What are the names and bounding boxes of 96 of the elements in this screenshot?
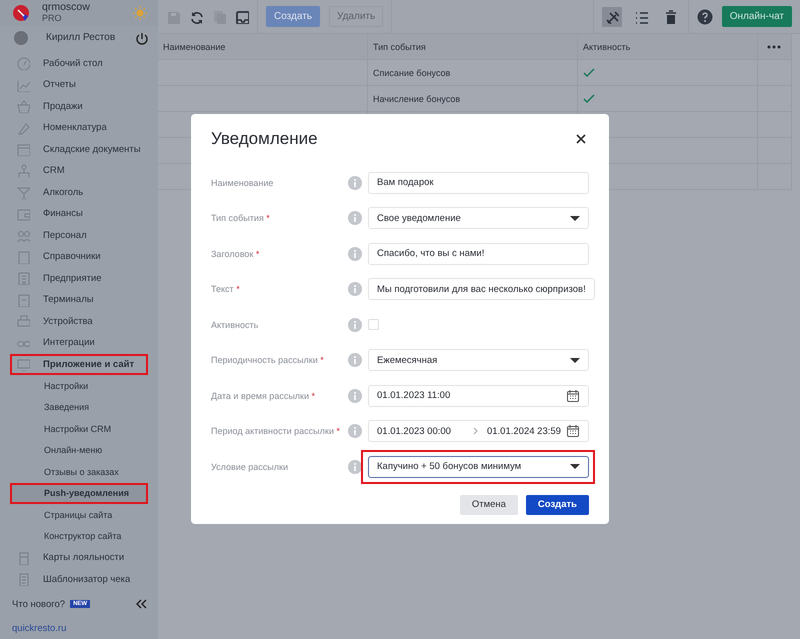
user-name: Кирилл Рестов xyxy=(46,32,116,44)
avatar xyxy=(14,30,28,45)
nav-item[interactable]: Предприятие xyxy=(10,268,148,289)
nav-item[interactable]: Приложение и сайт xyxy=(10,354,148,375)
date-to-value: 01.01.2024 23:59 xyxy=(486,426,562,437)
text-field[interactable]: Мы подготовили для вас несколько сюрпризов! xyxy=(368,278,595,300)
nav-item[interactable]: Номенклатура xyxy=(10,117,148,138)
nav-item[interactable]: Продажи xyxy=(10,96,148,117)
nav-item[interactable]: Персонал xyxy=(10,224,148,246)
dropdown-caret-icon xyxy=(570,216,580,221)
nav-subitem[interactable]: Push-уведомления xyxy=(10,482,148,504)
nav-item[interactable]: CRM xyxy=(10,160,148,182)
nav-item[interactable]: Интеграции xyxy=(10,332,148,354)
tools-button[interactable] xyxy=(602,6,622,26)
nav-subitem[interactable]: Заведения xyxy=(10,396,148,418)
field-label: Наименование xyxy=(211,178,274,188)
field-label: Условие рассылки xyxy=(211,462,289,472)
nav-subitem[interactable]: Отзывы о заказах xyxy=(10,461,148,482)
field-label: Дата и время рассылки * xyxy=(211,390,316,401)
building-icon xyxy=(16,271,30,286)
select-field[interactable]: Ежемесячная xyxy=(368,349,589,372)
calendar-icon xyxy=(566,388,580,403)
field-label: Заголовок * xyxy=(211,248,260,259)
book-icon xyxy=(16,250,30,264)
collapse-icon[interactable] xyxy=(134,597,148,611)
list-icon xyxy=(634,10,648,24)
chevron-right-icon xyxy=(472,427,479,436)
nav-item[interactable]: Шаблонизатор чека xyxy=(10,568,148,590)
field-label: Текст * xyxy=(211,284,241,294)
field-label: Периодичность рассылки * xyxy=(211,355,325,366)
text-field[interactable]: Спасибо, что вы с нами! xyxy=(368,242,589,265)
info-icon[interactable] xyxy=(348,460,362,474)
cancel-button[interactable]: Отмена xyxy=(460,494,518,514)
monitor-icon xyxy=(16,357,30,372)
box-icon xyxy=(16,142,30,156)
sun-icon[interactable] xyxy=(132,4,148,21)
date-from-value: 01.01.2023 00:00 xyxy=(377,426,451,437)
nav-item[interactable]: Справочники xyxy=(10,246,148,268)
select-value: Ежемесячная xyxy=(377,354,438,366)
nav-item[interactable]: Терминалы xyxy=(10,289,148,310)
toolbar-button[interactable]: Создать xyxy=(266,6,320,27)
nav-item[interactable]: Устройства xyxy=(10,310,148,332)
whats-new-link[interactable]: Что нового? xyxy=(12,598,66,610)
help-icon[interactable] xyxy=(696,8,713,24)
select-field[interactable]: Свое уведомление xyxy=(368,207,589,230)
select-value: Капучино + 50 бонусов минимум xyxy=(377,461,522,472)
glass-icon xyxy=(16,185,30,200)
online-chat-button[interactable]: Онлайн-чат xyxy=(722,6,792,27)
text-field[interactable]: Вам подарок xyxy=(368,172,589,194)
create-button[interactable]: Создать xyxy=(526,494,589,514)
calendar-icon xyxy=(566,424,580,438)
checkbox[interactable] xyxy=(368,319,379,330)
close-icon[interactable] xyxy=(575,133,587,145)
nav-item[interactable]: Складские документы xyxy=(10,138,148,160)
nav-item[interactable]: Карты лояльности xyxy=(10,547,148,568)
gauge-icon xyxy=(16,56,30,70)
inbox-icon[interactable] xyxy=(235,10,249,24)
nav-subitem[interactable]: Конструктор сайта xyxy=(10,526,148,547)
nav-item[interactable]: Отчеты xyxy=(10,74,148,96)
basket-icon xyxy=(16,99,30,114)
more-icon[interactable] xyxy=(767,44,781,48)
nav-item[interactable]: Финансы xyxy=(10,203,148,224)
select-value: Свое уведомление xyxy=(377,212,461,224)
nav-item[interactable]: Рабочий стол xyxy=(10,52,148,74)
nav-subitem[interactable]: Настройки xyxy=(10,375,148,396)
field-label: Активность xyxy=(211,320,260,330)
logo-icon xyxy=(12,4,30,22)
table-cell: Списание бонусов xyxy=(368,60,578,85)
nav-subitem[interactable]: Онлайн-меню xyxy=(10,440,148,461)
dropdown-caret-icon xyxy=(570,464,580,470)
nav-subitem[interactable]: Настройки CRM xyxy=(10,418,148,440)
date-range-field[interactable]: 01.01.2023 00:00 01.01.2024 23:59 xyxy=(368,420,589,442)
date-value: 01.01.2023 11:00 xyxy=(377,390,450,402)
dropdown-caret-icon xyxy=(570,358,580,363)
tools-icon xyxy=(604,10,619,24)
column-header[interactable]: Активность xyxy=(578,34,758,59)
dialog-title: Уведомление xyxy=(211,129,318,149)
column-header[interactable]: Тип события xyxy=(368,34,578,59)
hierarchy-icon xyxy=(16,164,30,178)
people-icon xyxy=(16,228,30,242)
terminal-icon xyxy=(16,292,30,307)
column-header[interactable]: Наименование xyxy=(158,34,368,59)
plan-label: PRO xyxy=(42,12,63,24)
field-label: Тип события * xyxy=(211,213,271,224)
nav-subitem[interactable]: Страницы сайта xyxy=(10,504,148,526)
nav-item[interactable]: Алкоголь xyxy=(10,182,148,203)
date-field[interactable]: 01.01.2023 11:00 xyxy=(368,384,589,407)
printer-icon xyxy=(16,314,30,328)
site-link[interactable]: quickresto.ru xyxy=(0,618,158,639)
field-label: Период активности рассылки * xyxy=(211,426,341,436)
table-cell: Начисление бонусов xyxy=(368,86,578,111)
wallet-icon xyxy=(16,206,30,221)
company-name: qrmoscow xyxy=(42,2,91,13)
power-icon[interactable] xyxy=(134,30,148,45)
refresh-icon[interactable] xyxy=(189,10,203,24)
select-field[interactable]: Капучино + 50 бонусов минимум xyxy=(368,456,589,478)
